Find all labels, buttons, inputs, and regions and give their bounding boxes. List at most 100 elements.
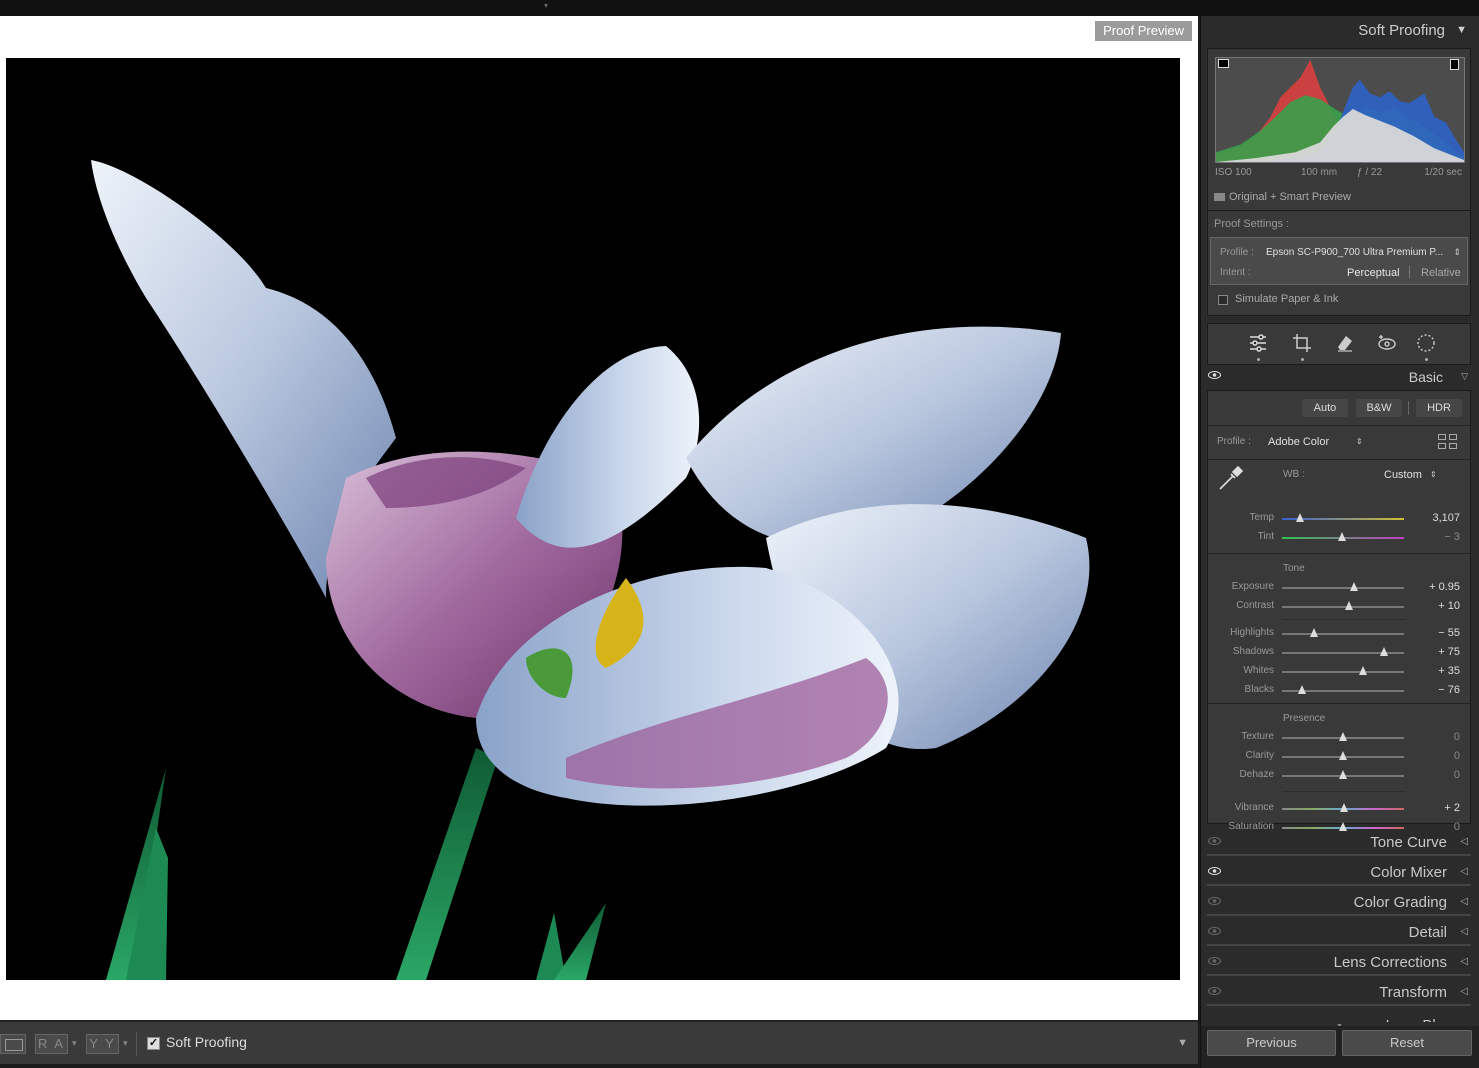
eye-icon[interactable] [1208, 987, 1221, 995]
vibrance-slider-handle[interactable] [1340, 803, 1349, 812]
transform-title[interactable]: Transform [1379, 984, 1447, 1001]
masking-icon[interactable] [1415, 332, 1437, 354]
whites-slider[interactable] [1282, 666, 1404, 675]
exposure-slider[interactable] [1282, 582, 1404, 591]
smart-preview-status[interactable]: Original + Smart Preview [1214, 191, 1351, 203]
profile-browser-grid-icon[interactable] [1438, 434, 1458, 450]
highlights-slider[interactable] [1282, 628, 1404, 637]
collapse-triangle-icon[interactable]: ▽ [1461, 371, 1468, 382]
edit-sliders-icon[interactable] [1247, 332, 1269, 354]
top-panel-toggle-icon[interactable]: ▾ [539, 2, 553, 10]
proof-profile-spinner-icon[interactable]: ⇕ [1453, 247, 1461, 258]
clarity-value[interactable]: 0 [1454, 750, 1460, 762]
proof-profile-select[interactable]: Epson SC-P900_700 Ultra Premium P... [1266, 247, 1443, 258]
eye-icon[interactable] [1208, 897, 1221, 905]
texture-slider[interactable] [1282, 732, 1404, 741]
blacks-slider-handle[interactable] [1297, 685, 1306, 694]
tone-curve-panel-header[interactable]: Tone Curve ◁ [1207, 828, 1471, 856]
profile-spinner-icon[interactable]: ⇕ [1356, 437, 1363, 446]
contrast-slider[interactable] [1282, 601, 1404, 610]
expand-triangle-icon[interactable]: ◁ [1460, 836, 1468, 847]
before-after-menu-icon[interactable]: ▾ [72, 1038, 77, 1049]
whites-value[interactable]: + 35 [1438, 665, 1460, 677]
temp-slider[interactable] [1282, 513, 1404, 522]
contrast-value[interactable]: + 10 [1438, 600, 1460, 612]
tint-value[interactable]: − 3 [1444, 531, 1460, 543]
detail-title[interactable]: Detail [1409, 924, 1447, 941]
whites-slider-handle[interactable] [1358, 666, 1367, 675]
wb-spinner-icon[interactable]: ⇕ [1430, 470, 1437, 479]
bw-button[interactable]: B&W [1356, 399, 1402, 417]
toolbar-options-icon[interactable]: ▼ [1177, 1037, 1188, 1049]
crop-icon[interactable] [1291, 332, 1313, 354]
intent-relative-option[interactable]: Relative [1421, 267, 1461, 279]
tint-slider[interactable] [1282, 532, 1404, 541]
before-after-button[interactable]: R A [35, 1034, 68, 1054]
redeye-icon[interactable] [1376, 332, 1398, 354]
simulate-paper-ink-label[interactable]: Simulate Paper & Ink [1235, 293, 1338, 305]
dehaze-slider[interactable] [1282, 770, 1404, 779]
lens-corrections-panel-header[interactable]: Lens Corrections ◁ [1207, 948, 1471, 976]
dehaze-value[interactable]: 0 [1454, 769, 1460, 781]
tone-curve-title[interactable]: Tone Curve [1370, 834, 1447, 851]
panel-collapse-icon[interactable]: ▼ [1456, 24, 1467, 36]
shadows-slider[interactable] [1282, 647, 1404, 656]
auto-button[interactable]: Auto [1302, 399, 1348, 417]
shadow-clipping-icon[interactable] [1218, 59, 1229, 68]
wb-select[interactable]: Custom [1384, 469, 1422, 481]
vibrance-value[interactable]: + 2 [1444, 802, 1460, 814]
soft-proofing-label[interactable]: Soft Proofing [166, 1034, 247, 1050]
vibrance-slider[interactable] [1282, 803, 1404, 812]
temp-slider-handle[interactable] [1296, 513, 1305, 522]
loupe-view-button[interactable] [0, 1034, 26, 1054]
expand-triangle-icon[interactable]: ◁ [1460, 896, 1468, 907]
blacks-value[interactable]: − 76 [1438, 684, 1460, 696]
transform-panel-header[interactable]: Transform ◁ [1207, 978, 1471, 1006]
shadows-slider-handle[interactable] [1380, 647, 1389, 656]
highlights-value[interactable]: − 55 [1438, 627, 1460, 639]
histogram[interactable] [1215, 57, 1465, 163]
color-mixer-panel-header[interactable]: Color Mixer ◁ [1207, 858, 1471, 886]
texture-slider-handle[interactable] [1339, 732, 1347, 741]
profile-select[interactable]: Adobe Color [1268, 436, 1329, 448]
basic-panel-title[interactable]: Basic [1409, 369, 1443, 385]
eye-icon[interactable] [1208, 867, 1221, 875]
soft-proofing-checkbox[interactable]: ✓ [147, 1037, 160, 1050]
reset-button[interactable]: Reset [1342, 1030, 1472, 1056]
exposure-value[interactable]: + 0.95 [1429, 581, 1460, 593]
highlight-clipping-icon[interactable] [1450, 59, 1459, 70]
tint-slider-handle[interactable] [1337, 532, 1346, 541]
intent-perceptual-option[interactable]: Perceptual [1347, 267, 1400, 279]
temp-value[interactable]: 3,107 [1432, 512, 1460, 524]
lens-blur-title[interactable]: Lens Blur [1386, 1012, 1449, 1022]
before-after-split-menu-icon[interactable]: ▾ [123, 1038, 128, 1049]
color-grading-title[interactable]: Color Grading [1354, 894, 1447, 911]
expand-triangle-icon[interactable]: ◁ [1460, 926, 1468, 937]
detail-panel-header[interactable]: Detail ◁ [1207, 918, 1471, 946]
eye-icon[interactable] [1208, 837, 1221, 845]
expand-triangle-icon[interactable]: ◁ [1460, 866, 1468, 877]
wb-eyedropper-icon[interactable] [1216, 463, 1246, 493]
basic-panel-header[interactable]: Basic ▽ [1207, 366, 1471, 388]
before-after-split-button[interactable]: Y Y [86, 1034, 119, 1054]
dehaze-slider-handle[interactable] [1339, 770, 1347, 779]
eye-icon[interactable] [1208, 371, 1221, 379]
highlights-slider-handle[interactable] [1309, 628, 1318, 637]
photo-preview[interactable] [6, 58, 1180, 980]
lens-corrections-title[interactable]: Lens Corrections [1334, 954, 1447, 971]
expand-triangle-icon[interactable]: ◁ [1460, 956, 1468, 967]
eye-icon[interactable] [1208, 927, 1221, 935]
clarity-slider[interactable] [1282, 751, 1404, 760]
texture-value[interactable]: 0 [1454, 731, 1460, 743]
hdr-button[interactable]: HDR [1416, 399, 1462, 417]
shadows-value[interactable]: + 75 [1438, 646, 1460, 658]
simulate-paper-ink-checkbox[interactable] [1218, 295, 1228, 305]
color-grading-panel-header[interactable]: Color Grading ◁ [1207, 888, 1471, 916]
expand-triangle-icon[interactable]: ◁ [1460, 986, 1468, 997]
contrast-slider-handle[interactable] [1345, 601, 1354, 610]
clarity-slider-handle[interactable] [1339, 751, 1347, 760]
eraser-icon[interactable] [1334, 332, 1356, 354]
previous-button[interactable]: Previous [1207, 1030, 1336, 1056]
blacks-slider[interactable] [1282, 685, 1404, 694]
color-mixer-title[interactable]: Color Mixer [1370, 864, 1447, 881]
